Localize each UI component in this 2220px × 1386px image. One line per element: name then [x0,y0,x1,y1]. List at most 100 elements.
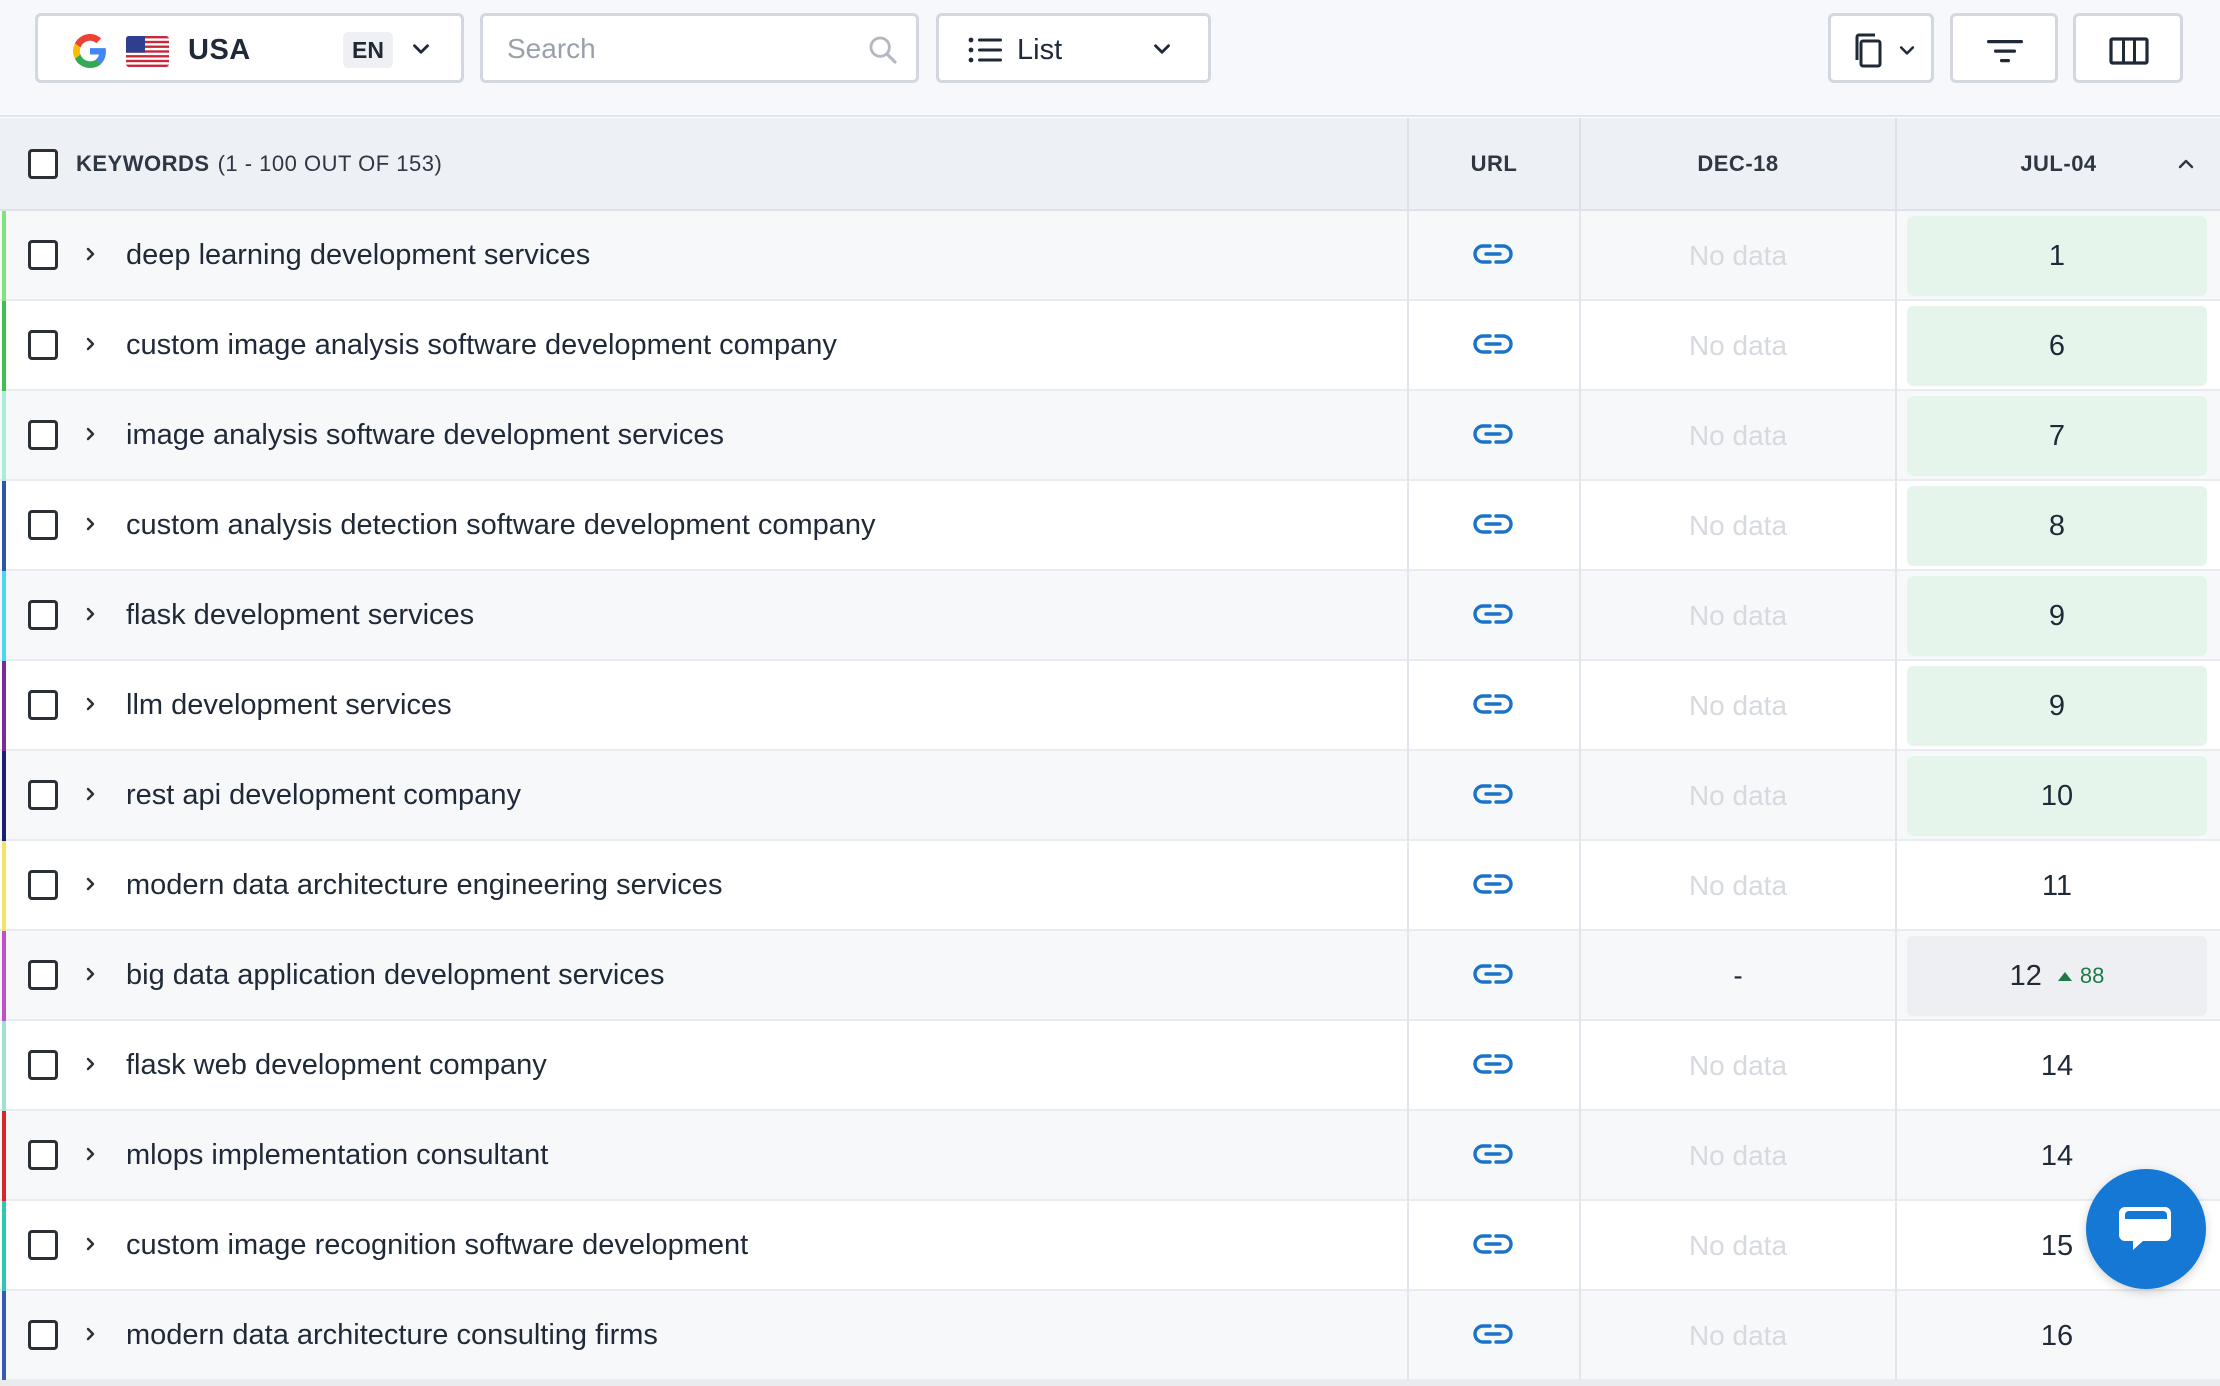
chevron-right-icon[interactable] [80,691,102,717]
position-value[interactable]: 1 [1907,216,2207,296]
chevron-right-icon[interactable] [80,961,102,987]
table-row[interactable]: llm development services No data 9 [0,661,2220,751]
view-mode-dropdown[interactable]: List [936,13,1211,83]
sort-ascending-icon[interactable] [2174,153,2198,173]
table-row[interactable]: custom analysis detection software devel… [0,481,2220,571]
link-icon[interactable] [1473,1231,1513,1257]
chevron-right-icon[interactable] [80,1321,102,1347]
position-value[interactable]: 9 [1907,576,2207,656]
link-icon[interactable] [1473,871,1513,897]
row-checkbox[interactable] [28,1050,58,1080]
keyword-text[interactable]: modern data architecture consulting firm… [126,1319,658,1352]
google-icon [73,34,106,68]
table-row[interactable]: flask development services No data 9 [0,571,2220,661]
column-header-jul-04[interactable]: JUL-04 [1895,118,2220,209]
link-icon[interactable] [1473,601,1513,627]
position-value[interactable]: 8 [1907,486,2207,566]
chevron-right-icon[interactable] [80,421,102,447]
keyword-text[interactable]: custom image recognition software develo… [126,1229,748,1262]
position-value[interactable]: 11 [1907,846,2207,926]
table-row[interactable]: big data application development service… [0,931,2220,1021]
keyword-text[interactable]: mlops implementation consultant [126,1139,548,1172]
chevron-right-icon[interactable] [80,331,102,357]
table-row[interactable]: flask web development company No data 14 [0,1021,2220,1111]
url-cell [1407,211,1579,301]
table-row[interactable]: deep learning development services No dat… [0,211,2220,301]
jul-04-position-cell: 6 [1895,301,2220,391]
position-value[interactable]: 16 [1907,1296,2207,1376]
chevron-right-icon[interactable] [80,871,102,897]
link-icon[interactable] [1473,1141,1513,1167]
table-row[interactable]: modern data architecture engineering ser… [0,841,2220,931]
table-row[interactable]: modern data architecture consulting firm… [0,1291,2220,1381]
position-value[interactable]: 10 [1907,756,2207,836]
link-icon[interactable] [1473,331,1513,357]
column-header-url[interactable]: URL [1407,118,1579,209]
column-header-keywords[interactable]: KEYWORDS (1 - 100 OUT OF 153) [0,118,1407,209]
row-checkbox[interactable] [28,1230,58,1260]
row-checkbox[interactable] [28,1320,58,1350]
position-value[interactable]: 14 [1907,1026,2207,1106]
row-checkbox[interactable] [28,690,58,720]
row-checkbox[interactable] [28,600,58,630]
keyword-text[interactable]: big data application development service… [126,959,664,992]
chevron-right-icon[interactable] [80,1141,102,1167]
keyword-text[interactable]: flask web development company [126,1049,547,1082]
chat-widget-button[interactable] [2086,1169,2206,1289]
row-checkbox[interactable] [28,420,58,450]
position-number: 11 [2041,869,2073,902]
link-icon[interactable] [1473,241,1513,267]
select-all-checkbox[interactable] [28,149,58,179]
position-value[interactable]: 9 [1907,666,2207,746]
jul-04-position-cell: 7 [1895,391,2220,481]
row-checkbox[interactable] [28,330,58,360]
columns-button[interactable] [2073,13,2183,83]
row-checkbox[interactable] [28,780,58,810]
link-icon[interactable] [1473,961,1513,987]
table-row[interactable]: mlops implementation consultant No data 14 [0,1111,2220,1201]
row-checkbox[interactable] [28,240,58,270]
location-selector[interactable]: USA EN [35,13,464,83]
table-row[interactable]: image analysis software development serv… [0,391,2220,481]
row-checkbox[interactable] [28,1140,58,1170]
keyword-text[interactable]: custom image analysis software developme… [126,329,837,362]
keyword-text[interactable]: rest api development company [126,779,521,812]
row-checkbox[interactable] [28,510,58,540]
position-value[interactable]: 6 [1907,306,2207,386]
link-icon[interactable] [1473,691,1513,717]
keyword-text[interactable]: flask development services [126,599,474,632]
position-value[interactable]: 7 [1907,396,2207,476]
keyword-color-tag [2,931,6,1021]
filter-button[interactable] [1950,13,2058,83]
search-box[interactable] [480,13,919,83]
link-icon[interactable] [1473,781,1513,807]
row-checkbox[interactable] [28,960,58,990]
link-icon[interactable] [1473,1051,1513,1077]
table-row[interactable]: rest api development company No data 10 [0,751,2220,841]
view-mode-label: List [1017,34,1063,66]
chevron-right-icon[interactable] [80,241,102,267]
search-icon[interactable] [866,33,900,67]
keyword-text[interactable]: modern data architecture engineering ser… [126,869,722,902]
position-number: 10 [2040,779,2074,812]
table-row[interactable]: custom image recognition software develo… [0,1201,2220,1291]
chevron-right-icon[interactable] [80,511,102,537]
keyword-text[interactable]: deep learning development services [126,239,590,272]
row-checkbox[interactable] [28,870,58,900]
position-value[interactable]: 12 88 [1907,936,2207,1016]
keyword-text[interactable]: llm development services [126,689,452,722]
link-icon[interactable] [1473,511,1513,537]
position-change-value: 88 [2079,963,2105,988]
link-icon[interactable] [1473,421,1513,447]
link-icon[interactable] [1473,1321,1513,1347]
chevron-right-icon[interactable] [80,781,102,807]
search-input[interactable] [507,30,837,68]
chevron-right-icon[interactable] [80,1231,102,1257]
keyword-text[interactable]: image analysis software development serv… [126,419,724,452]
chevron-right-icon[interactable] [80,601,102,627]
keyword-text[interactable]: custom analysis detection software devel… [126,509,876,542]
copy-button[interactable] [1828,13,1934,83]
table-row[interactable]: custom image analysis software developme… [0,301,2220,391]
column-header-dec-18[interactable]: DEC-18 [1579,118,1895,209]
chevron-right-icon[interactable] [80,1051,102,1077]
